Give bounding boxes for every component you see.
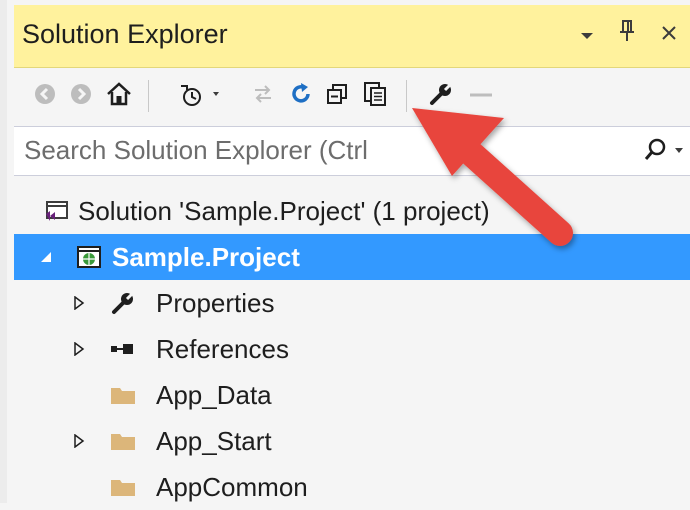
close-icon — [661, 21, 677, 47]
properties-wrench-icon — [428, 81, 454, 112]
preview-icon — [468, 87, 494, 105]
back-icon — [33, 82, 57, 111]
toolbar-separator — [148, 80, 149, 112]
chevron-down-icon — [580, 21, 594, 47]
sync-icon — [251, 82, 275, 111]
appcommon-label: AppCommon — [156, 471, 308, 502]
show-all-files-icon — [362, 81, 388, 112]
home-icon — [105, 80, 133, 113]
folder-icon — [108, 426, 138, 456]
solution-label: Solution 'Sample.Project' (1 project) — [78, 195, 490, 226]
folder-icon — [108, 472, 138, 502]
references-icon — [108, 334, 138, 364]
search-options-button[interactable] — [644, 133, 690, 169]
tree-item-solution[interactable]: Solution 'Sample.Project' (1 project) — [14, 188, 690, 234]
search-input[interactable] — [14, 127, 634, 173]
web-project-icon — [74, 242, 104, 272]
panel-title: Solution Explorer — [22, 19, 228, 49]
tree-item-project[interactable]: Sample.Project — [14, 234, 690, 280]
collapsed-triangle-icon[interactable] — [69, 431, 89, 451]
show-all-files-button[interactable] — [358, 78, 392, 114]
pin-button[interactable] — [612, 17, 642, 51]
solution-tree: Solution 'Sample.Project' (1 project) Sa… — [14, 176, 690, 503]
preview-selected-items-button[interactable] — [464, 78, 498, 114]
panel-title-bar: Solution Explorer — [14, 5, 690, 68]
app-start-label: App_Start — [156, 425, 272, 456]
forward-button[interactable] — [64, 78, 98, 114]
tree-item-references[interactable]: References — [14, 326, 690, 372]
wrench-icon — [108, 288, 138, 318]
sync-with-active-document-button[interactable] — [246, 78, 280, 114]
properties-label: Properties — [156, 287, 275, 318]
refresh-button[interactable] — [284, 78, 318, 114]
tree-item-appcommon[interactable]: AppCommon — [14, 464, 690, 510]
folder-icon — [108, 380, 138, 410]
solution-explorer-toolbar — [14, 68, 690, 124]
collapse-all-icon — [325, 82, 349, 111]
tree-item-app-start[interactable]: App_Start — [14, 418, 690, 464]
collapse-all-button[interactable] — [320, 78, 354, 114]
properties-button[interactable] — [424, 78, 458, 114]
chevron-down-icon — [674, 142, 684, 160]
solution-icon — [42, 196, 72, 226]
expanded-triangle-icon[interactable] — [36, 247, 56, 267]
pending-changes-icon — [177, 80, 227, 113]
window-position-dropdown[interactable] — [572, 17, 602, 51]
collapsed-triangle-icon[interactable] — [69, 339, 89, 359]
solution-explorer-panel: Solution Explorer Search Solution Explor… — [0, 0, 690, 503]
tree-item-app-data[interactable]: App_Data — [14, 372, 690, 418]
app-data-label: App_Data — [156, 379, 272, 410]
pin-icon — [618, 19, 636, 49]
search-box — [14, 126, 690, 176]
search-icon — [644, 137, 668, 166]
project-label: Sample.Project — [112, 241, 300, 272]
close-button[interactable] — [654, 17, 684, 51]
home-button[interactable] — [102, 78, 136, 114]
back-button[interactable] — [28, 78, 62, 114]
toolbar-separator — [406, 80, 407, 112]
forward-icon — [69, 82, 93, 111]
references-label: References — [156, 333, 289, 364]
tree-item-properties[interactable]: Properties — [14, 280, 690, 326]
pending-changes-filter-button[interactable] — [172, 78, 232, 114]
collapsed-triangle-icon[interactable] — [69, 293, 89, 313]
refresh-icon — [288, 81, 314, 112]
